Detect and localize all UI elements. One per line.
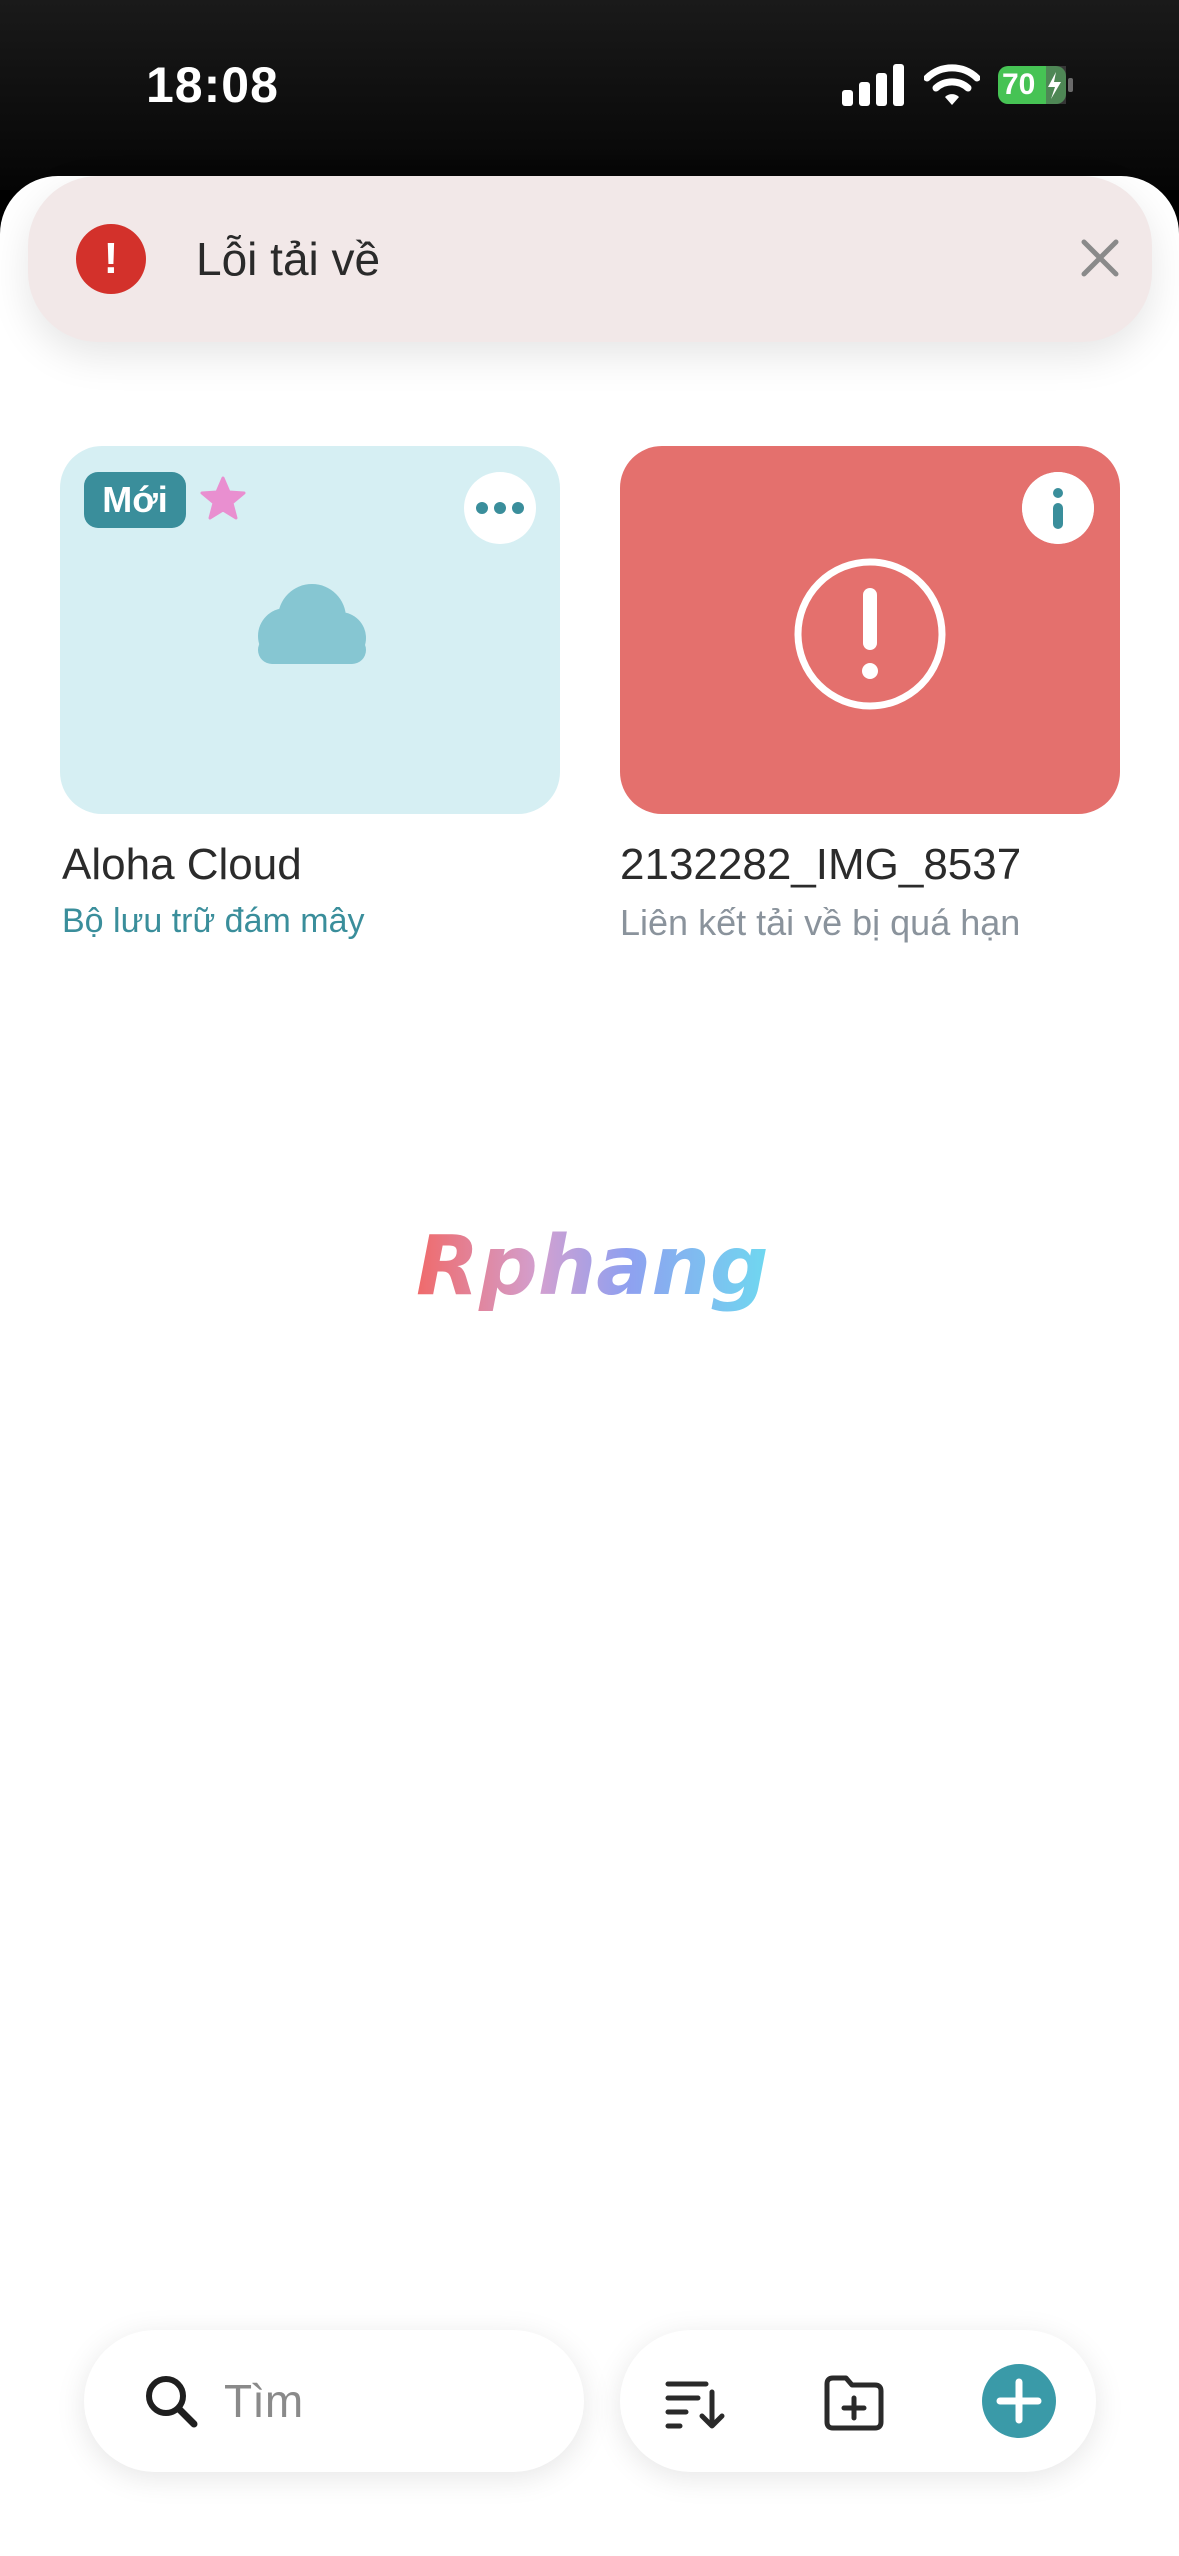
- battery-level: 70: [1002, 68, 1036, 101]
- wifi-icon: [924, 64, 980, 105]
- card-subtitle-failed-download: Liên kết tải về bị quá hạn: [620, 902, 1021, 943]
- star-icon[interactable]: [198, 474, 248, 524]
- error-icon: [794, 558, 946, 710]
- search-icon: [146, 2376, 198, 2428]
- cloud-icon: [258, 584, 366, 664]
- search-bar[interactable]: Tìm: [84, 2330, 584, 2472]
- card-title-failed-download: 2132282_IMG_8537: [620, 840, 1022, 889]
- more-options-button[interactable]: [464, 472, 536, 544]
- sort-icon[interactable]: [662, 2370, 726, 2434]
- close-icon[interactable]: [1068, 226, 1132, 290]
- info-icon[interactable]: [1022, 472, 1094, 544]
- status-time: 18:08: [146, 57, 279, 113]
- battery-indicator: 70: [998, 66, 1074, 104]
- watermark-text: Rphang: [416, 1222, 769, 1314]
- card-aloha-cloud[interactable]: Mới: [60, 446, 560, 814]
- add-icon[interactable]: [982, 2364, 1056, 2438]
- status-bar: 18:08 70: [0, 0, 1179, 190]
- error-icon: !: [76, 224, 146, 294]
- card-subtitle-aloha-cloud: Bộ lưu trữ đám mây: [62, 902, 365, 940]
- action-bar: [620, 2330, 1096, 2472]
- watermark-logo: Rphang: [416, 1222, 769, 1314]
- search-input[interactable]: Tìm: [224, 2374, 303, 2428]
- new-badge: Mới: [84, 472, 186, 528]
- card-title-aloha-cloud: Aloha Cloud: [62, 840, 302, 889]
- toast-title: Lỗi tải về: [196, 233, 381, 285]
- new-folder-icon[interactable]: [822, 2370, 886, 2434]
- more-icon: [476, 502, 524, 514]
- signal-icon: [842, 64, 904, 106]
- card-failed-download[interactable]: [620, 446, 1120, 814]
- error-toast[interactable]: ! Lỗi tải về: [28, 176, 1152, 342]
